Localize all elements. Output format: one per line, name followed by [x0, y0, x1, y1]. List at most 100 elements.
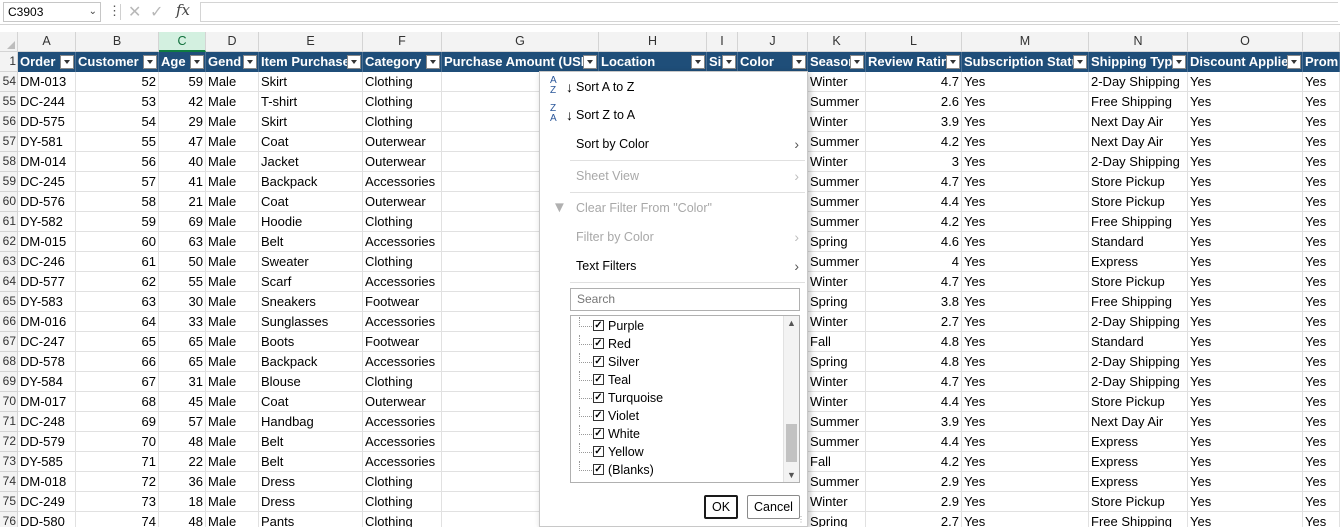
cell-rating[interactable]: 4.2 [866, 212, 962, 232]
cell-item[interactable]: Skirt [259, 112, 363, 132]
cell-sub[interactable]: Yes [962, 112, 1089, 132]
cell-cust[interactable]: 69 [76, 412, 159, 432]
cell-cust[interactable]: 53 [76, 92, 159, 112]
cell-age[interactable]: 48 [159, 432, 206, 452]
cell-disc[interactable]: Yes [1188, 132, 1303, 152]
filter-value-item[interactable]: ✓ Yellow [571, 443, 781, 461]
row-header[interactable]: 68 [0, 352, 18, 372]
cell-gender[interactable]: Male [206, 192, 259, 212]
cell-gender[interactable]: Male [206, 172, 259, 192]
cell-rating[interactable]: 4.4 [866, 432, 962, 452]
cell-id[interactable]: DC-247 [18, 332, 76, 352]
cell-gender[interactable]: Male [206, 272, 259, 292]
cell-season[interactable]: Spring [808, 232, 866, 252]
cell-category[interactable]: Clothing [363, 492, 442, 512]
cell-season[interactable]: Spring [808, 512, 866, 527]
cell-rating[interactable]: 4.4 [866, 392, 962, 412]
cell-item[interactable]: Boots [259, 332, 363, 352]
column-header-b[interactable]: B [76, 32, 159, 52]
cell-rating[interactable]: 2.9 [866, 472, 962, 492]
cell-gender[interactable]: Male [206, 492, 259, 512]
cell-promo[interactable]: Yes [1303, 152, 1340, 172]
cell-age[interactable]: 42 [159, 92, 206, 112]
cell-id[interactable]: DD-577 [18, 272, 76, 292]
filter-value-item[interactable]: ✓ White [571, 425, 781, 443]
cell-item[interactable]: Sunglasses [259, 312, 363, 332]
cell-ship[interactable]: 2-Day Shipping [1089, 372, 1188, 392]
cell-id[interactable]: DY-583 [18, 292, 76, 312]
filter-value-item[interactable]: ✓ Silver [571, 353, 781, 371]
cell-ship[interactable]: 2-Day Shipping [1089, 152, 1188, 172]
cell-season[interactable]: Winter [808, 72, 866, 92]
filter-value-item[interactable]: ✓ Teal [571, 371, 781, 389]
cell-age[interactable]: 69 [159, 212, 206, 232]
cell-age[interactable]: 57 [159, 412, 206, 432]
cell-item[interactable]: Hoodie [259, 212, 363, 232]
filter-dropdown-icon[interactable] [850, 55, 864, 69]
cell-rating[interactable]: 3.9 [866, 112, 962, 132]
cell-gender[interactable]: Male [206, 72, 259, 92]
cell-gender[interactable]: Male [206, 412, 259, 432]
cell-age[interactable]: 65 [159, 332, 206, 352]
cell-category[interactable]: Accessories [363, 432, 442, 452]
cell-disc[interactable]: Yes [1188, 232, 1303, 252]
column-header-k[interactable]: K [808, 32, 866, 52]
resize-grip-icon[interactable]: ⋮ [797, 515, 805, 524]
cell-id[interactable]: DM-015 [18, 232, 76, 252]
cell-disc[interactable]: Yes [1188, 332, 1303, 352]
cell-category[interactable]: Outerwear [363, 192, 442, 212]
cell-item[interactable]: Coat [259, 392, 363, 412]
cell-id[interactable]: DD-576 [18, 192, 76, 212]
cell-category[interactable]: Clothing [363, 472, 442, 492]
cell-promo[interactable]: Yes [1303, 192, 1340, 212]
filter-dropdown-icon[interactable] [60, 55, 74, 69]
cell-ship[interactable]: Next Day Air [1089, 112, 1188, 132]
cell-season[interactable]: Summer [808, 472, 866, 492]
cell-id[interactable]: DM-014 [18, 152, 76, 172]
cell-cust[interactable]: 59 [76, 212, 159, 232]
cell-rating[interactable]: 2.6 [866, 92, 962, 112]
cell-id[interactable]: DD-578 [18, 352, 76, 372]
cell-item[interactable]: Dress [259, 492, 363, 512]
cell-item[interactable]: Pants [259, 512, 363, 527]
cell-age[interactable]: 21 [159, 192, 206, 212]
cell-disc[interactable]: Yes [1188, 352, 1303, 372]
cell-age[interactable]: 59 [159, 72, 206, 92]
column-header-j[interactable]: J [738, 32, 808, 52]
checkbox[interactable]: ✓ [593, 410, 604, 421]
cell-sub[interactable]: Yes [962, 492, 1089, 512]
cell-item[interactable]: Coat [259, 192, 363, 212]
list-scrollbar[interactable]: ▲ ▼ [783, 316, 799, 482]
cell-disc[interactable]: Yes [1188, 192, 1303, 212]
cell-season[interactable]: Summer [808, 412, 866, 432]
cell-category[interactable]: Outerwear [363, 152, 442, 172]
name-box[interactable]: C3903 ⌄ [3, 2, 101, 22]
cell-season[interactable]: Winter [808, 312, 866, 332]
filter-value-item[interactable]: ✓ Turquoise [571, 389, 781, 407]
cell-rating[interactable]: 4.7 [866, 172, 962, 192]
cell-ship[interactable]: 2-Day Shipping [1089, 352, 1188, 372]
cell-id[interactable]: DY-582 [18, 212, 76, 232]
cell-sub[interactable]: Yes [962, 212, 1089, 232]
cell-gender[interactable]: Male [206, 432, 259, 452]
cell-sub[interactable]: Yes [962, 332, 1089, 352]
filter-dropdown-icon[interactable] [583, 55, 597, 69]
cell-cust[interactable]: 73 [76, 492, 159, 512]
cell-ship[interactable]: Free Shipping [1089, 512, 1188, 527]
cell-category[interactable]: Accessories [363, 412, 442, 432]
row-header[interactable]: 72 [0, 432, 18, 452]
cell-promo[interactable]: Yes [1303, 172, 1340, 192]
cell-age[interactable]: 40 [159, 152, 206, 172]
cell-ship[interactable]: Store Pickup [1089, 272, 1188, 292]
cell-item[interactable]: Scarf [259, 272, 363, 292]
row-header[interactable]: 58 [0, 152, 18, 172]
cell-age[interactable]: 18 [159, 492, 206, 512]
cell-gender[interactable]: Male [206, 352, 259, 372]
cell-category[interactable]: Clothing [363, 512, 442, 527]
cell-item[interactable]: Handbag [259, 412, 363, 432]
cell-item[interactable]: Belt [259, 232, 363, 252]
row-header[interactable]: 59 [0, 172, 18, 192]
checkbox[interactable]: ✓ [593, 374, 604, 385]
cell-sub[interactable]: Yes [962, 372, 1089, 392]
cell-age[interactable]: 36 [159, 472, 206, 492]
